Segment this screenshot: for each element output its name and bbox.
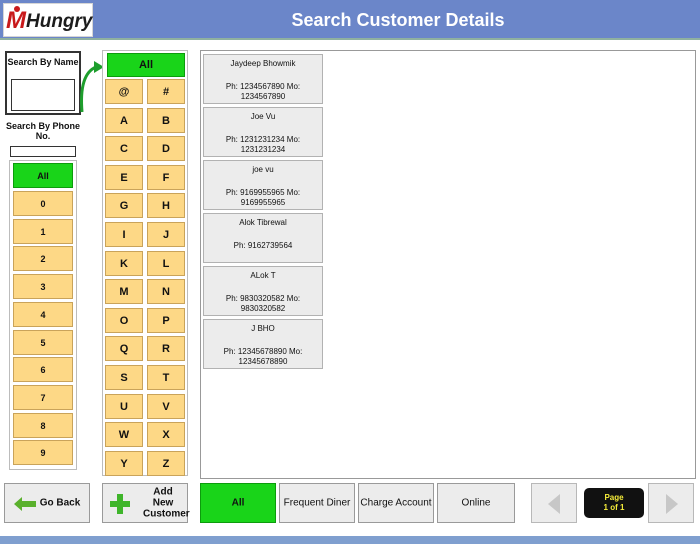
filter-frequent-diner-label: Frequent Diner xyxy=(283,497,351,509)
letter-k-button[interactable]: K xyxy=(105,251,143,276)
number-8-button[interactable]: 8 xyxy=(13,413,73,438)
number-4-button[interactable]: 4 xyxy=(13,302,73,327)
letter-t-button[interactable]: T xyxy=(147,365,185,390)
page-value: 1 of 1 xyxy=(603,503,625,512)
letter-g-button[interactable]: G xyxy=(105,193,143,218)
page-title: Search Customer Details xyxy=(291,10,505,30)
number-9-button[interactable]: 9 xyxy=(13,440,73,465)
add-new-customer-label: Add New Customer xyxy=(143,486,190,520)
header-bar: M Hungry Search Customer Details xyxy=(0,0,700,40)
letter-m-button[interactable]: M xyxy=(105,279,143,304)
search-by-name-box: Search By Name xyxy=(5,51,81,115)
customer-card[interactable]: J BHO Ph: 12345678890 Mo: 12345678890 xyxy=(203,319,323,369)
customer-name: Jaydeep Bhowmik xyxy=(230,59,296,68)
customer-phone: Ph: 9830320582 Mo: 9830320582 xyxy=(225,294,301,313)
previous-page-button[interactable] xyxy=(531,483,577,523)
customer-card[interactable]: Joe Vu Ph: 1231231234 Mo: 1231231234 xyxy=(203,107,323,157)
letter-c-button[interactable]: C xyxy=(105,136,143,161)
letter-b-button[interactable]: B xyxy=(147,108,185,133)
letter-u-button[interactable]: U xyxy=(105,394,143,419)
logo-m: M xyxy=(6,7,26,34)
letter-r-button[interactable]: R xyxy=(147,336,185,361)
letter-i-button[interactable]: I xyxy=(105,222,143,247)
logo-text: Hungry xyxy=(26,11,93,32)
letter-a-button[interactable]: A xyxy=(105,108,143,133)
customer-name: ALok T xyxy=(250,271,276,280)
filter-all-label: All xyxy=(231,497,245,509)
filter-all-tab[interactable]: All xyxy=(200,483,276,523)
number-2-button[interactable]: 2 xyxy=(13,246,73,271)
number-6-button[interactable]: 6 xyxy=(13,357,73,382)
customer-phone: Ph: 1231231234 Mo: 1231231234 xyxy=(225,135,301,154)
next-page-button[interactable] xyxy=(648,483,694,523)
customer-card[interactable]: Jaydeep Bhowmik Ph: 1234567890 Mo: 123456… xyxy=(203,54,323,104)
go-back-button[interactable]: Go Back xyxy=(4,483,90,523)
phone-search-input[interactable] xyxy=(10,146,76,157)
number-0-button[interactable]: 0 xyxy=(13,191,73,216)
letter-y-button[interactable]: Y xyxy=(105,451,143,476)
go-back-label: Go Back xyxy=(39,497,81,509)
plus-icon xyxy=(110,494,130,514)
customer-card[interactable]: Alok Tibrewal Ph: 9162739564 xyxy=(203,213,323,263)
letter-q-button[interactable]: Q xyxy=(105,336,143,361)
letter-f-button[interactable]: F xyxy=(147,165,185,190)
customer-card[interactable]: ALok T Ph: 9830320582 Mo: 9830320582 xyxy=(203,266,323,316)
number-all-button[interactable]: All xyxy=(13,163,73,188)
filter-frequent-diner-tab[interactable]: Frequent Diner xyxy=(279,483,355,523)
page-indicator: Page 1 of 1 xyxy=(584,488,644,518)
customer-phone: Ph: 12345678890 Mo: 12345678890 xyxy=(223,347,303,366)
customer-name: joe vu xyxy=(252,165,274,174)
number-3-button[interactable]: 3 xyxy=(13,274,73,299)
search-by-name-label: Search By Name xyxy=(7,57,79,67)
customer-phone: Ph: 9162739564 xyxy=(233,241,293,250)
left-arrow-icon xyxy=(14,497,36,511)
customer-phone: Ph: 9169955965 Mo: 9169955965 xyxy=(225,188,301,207)
search-by-phone-box: Search By Phone No. xyxy=(5,118,81,158)
letter-o-button[interactable]: O xyxy=(105,308,143,333)
letter-e-button[interactable]: E xyxy=(105,165,143,190)
letter-x-button[interactable]: X xyxy=(147,422,185,447)
page-label: Page xyxy=(604,493,624,502)
customer-card[interactable]: joe vu Ph: 9169955965 Mo: 9169955965 xyxy=(203,160,323,210)
letter-hash-button[interactable]: # xyxy=(147,79,185,104)
letter-w-button[interactable]: W xyxy=(105,422,143,447)
mhungry-logo: M Hungry xyxy=(3,3,93,37)
letter-s-button[interactable]: S xyxy=(105,365,143,390)
letter-p-button[interactable]: P xyxy=(147,308,185,333)
letter-at-button[interactable]: @ xyxy=(105,79,143,104)
number-5-button[interactable]: 5 xyxy=(13,330,73,355)
add-new-customer-button[interactable]: Add New Customer xyxy=(102,483,190,523)
filter-charge-account-label: Charge Account xyxy=(360,497,432,509)
customer-name: Joe Vu xyxy=(250,112,276,121)
customer-name: J BHO xyxy=(251,324,275,333)
number-1-button[interactable]: 1 xyxy=(13,219,73,244)
letter-h-button[interactable]: H xyxy=(147,193,185,218)
search-by-phone-label: Search By Phone No. xyxy=(5,121,81,141)
chevron-right-icon xyxy=(666,494,678,514)
customer-name: Alok Tibrewal xyxy=(239,218,287,227)
filter-charge-account-tab[interactable]: Charge Account xyxy=(358,483,434,523)
chevron-left-icon xyxy=(548,494,560,514)
number-7-button[interactable]: 7 xyxy=(13,385,73,410)
letter-z-button[interactable]: Z xyxy=(147,451,185,476)
letter-v-button[interactable]: V xyxy=(147,394,185,419)
letter-all-button[interactable]: All xyxy=(107,53,185,77)
letter-d-button[interactable]: D xyxy=(147,136,185,161)
filter-online-tab[interactable]: Online xyxy=(437,483,515,523)
footer-bar xyxy=(0,536,700,544)
name-search-input[interactable] xyxy=(11,79,75,111)
letter-j-button[interactable]: J xyxy=(147,222,185,247)
letter-n-button[interactable]: N xyxy=(147,279,185,304)
customer-phone: Ph: 1234567890 Mo: 1234567890 xyxy=(225,82,301,101)
search-customer-screen: M Hungry Search Customer Details Search … xyxy=(0,0,700,544)
filter-online-label: Online xyxy=(461,497,491,509)
letter-l-button[interactable]: L xyxy=(147,251,185,276)
